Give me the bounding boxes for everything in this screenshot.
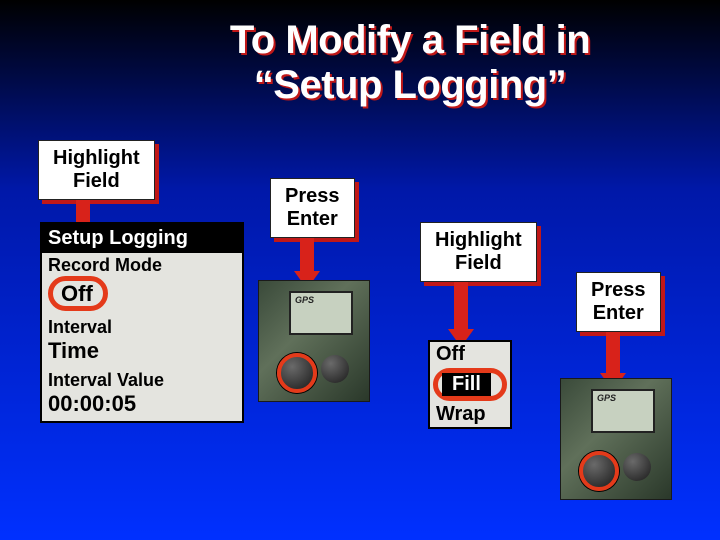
record-mode-value[interactable]: Off — [42, 276, 242, 315]
label-text: Press Enter — [285, 185, 340, 230]
record-mode-label: Record Mode — [42, 253, 242, 276]
enter-button[interactable] — [277, 353, 317, 393]
slide-title: To Modify a Field in “Setup Logging” — [0, 18, 720, 108]
enter-button[interactable] — [579, 451, 619, 491]
label-text: Highlight Field — [53, 147, 140, 192]
device-brand-logo: GPS — [295, 295, 314, 305]
interval-value-label: Interval Value — [42, 368, 242, 391]
menu-button[interactable] — [321, 355, 349, 383]
label-press-enter-1: Press Enter — [270, 178, 355, 238]
interval-label: Interval — [42, 315, 242, 338]
popup-item-wrap[interactable]: Wrap — [430, 402, 510, 427]
popup-item-off[interactable]: Off — [430, 342, 510, 367]
interval-time-value[interactable]: 00:00:05 — [42, 391, 242, 421]
device-brand-logo: GPS — [597, 393, 616, 403]
popup-item-fill[interactable]: Fill — [442, 373, 491, 396]
label-highlight-field-2: Highlight Field — [420, 222, 537, 282]
popup-selected-ring: Fill — [433, 368, 507, 401]
slide-canvas: To Modify a Field in “Setup Logging” Hig… — [0, 0, 720, 540]
record-mode-popup[interactable]: Off Fill Wrap — [428, 340, 512, 429]
label-text: Highlight Field — [435, 229, 522, 274]
record-mode-selected-ring: Off — [48, 276, 108, 311]
label-text: Press Enter — [591, 279, 646, 324]
label-press-enter-2: Press Enter — [576, 272, 661, 332]
setup-logging-header: Setup Logging — [42, 224, 242, 253]
setup-logging-screen: Setup Logging Record Mode Off Interval T… — [40, 222, 244, 423]
device-photo-2: GPS — [560, 378, 672, 500]
interval-value[interactable]: Time — [42, 338, 242, 368]
device-photo-1: GPS — [258, 280, 370, 402]
arrow-down-3 — [448, 282, 474, 347]
title-line-1: To Modify a Field in — [230, 18, 590, 62]
label-highlight-field-1: Highlight Field — [38, 140, 155, 200]
title-line-2: “Setup Logging” — [100, 63, 720, 108]
menu-button[interactable] — [623, 453, 651, 481]
